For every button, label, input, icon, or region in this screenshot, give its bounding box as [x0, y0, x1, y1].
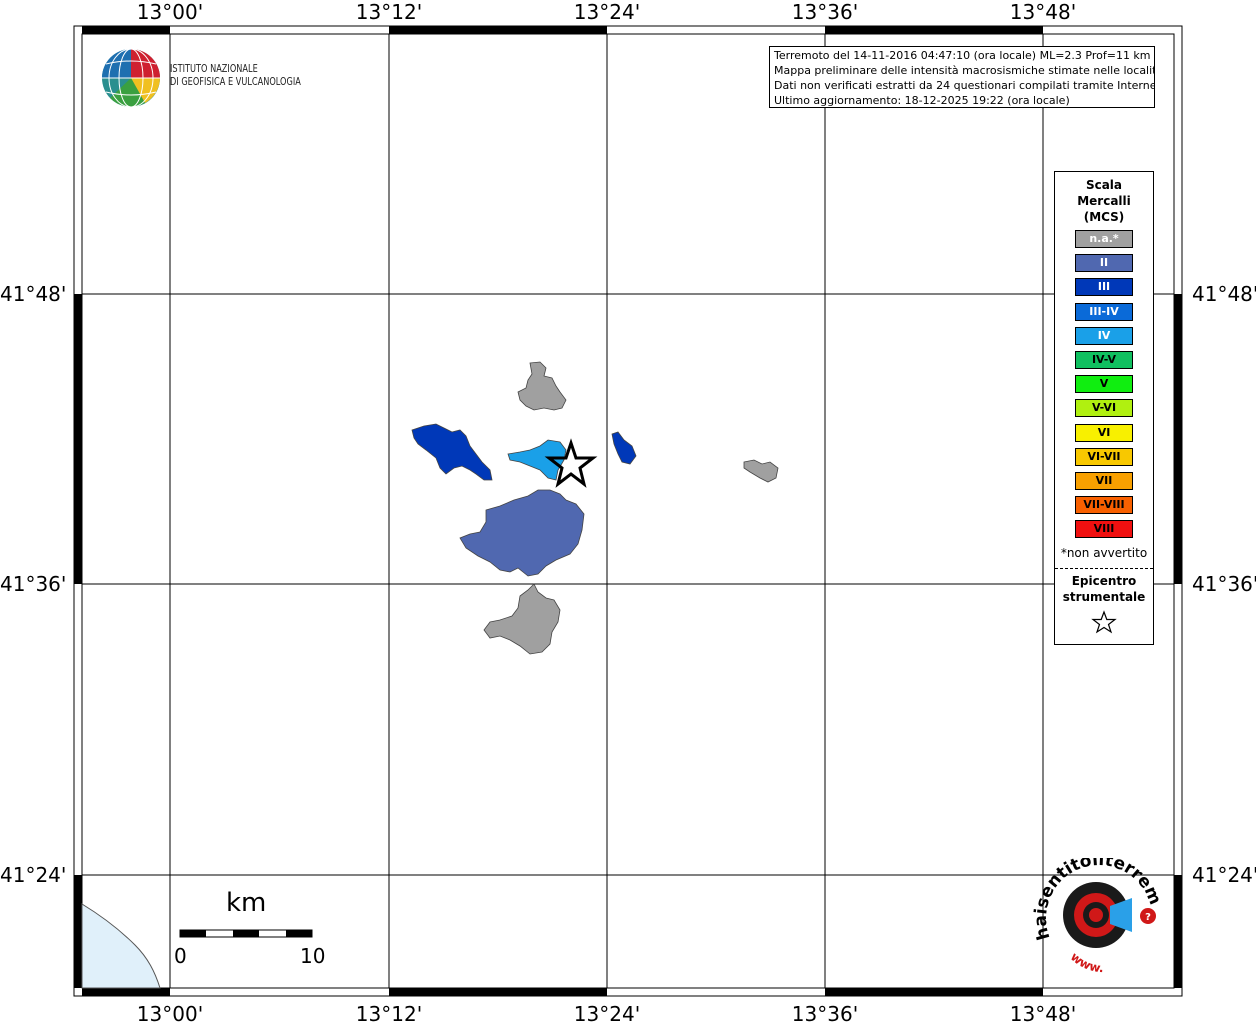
svg-text:haisentitoilterremoto.it: haisentitoilterremoto.it [1030, 858, 1165, 942]
ingv-logo-text: ISTITUTO NAZIONALE DI GEOFISICA E VULCAN… [170, 63, 301, 89]
lon-label-top: 13°48' [1009, 0, 1077, 24]
legend-swatch: III-IV [1075, 302, 1133, 321]
lon-label-top: 13°00' [136, 0, 204, 24]
legend-swatch: VI [1075, 423, 1133, 442]
legend-swatch: III [1075, 278, 1133, 297]
municipality-areas [411, 361, 779, 655]
map-inner-frame [81, 33, 1175, 989]
legend-swatch: VII-VIII [1075, 496, 1133, 515]
legend-swatch: V [1075, 375, 1133, 394]
area-gray-east [743, 459, 779, 483]
map-frame [73, 25, 1183, 997]
legend-swatch: n.a.* [1075, 230, 1133, 248]
legend-note: *non avvertito [1060, 546, 1148, 560]
info-line-data: Dati non verificati estratti da 24 quest… [774, 79, 1155, 92]
svg-text:www.: www. [1068, 950, 1104, 976]
lon-label-top: 13°36' [791, 0, 859, 24]
legend-swatch: IV [1075, 326, 1133, 345]
haisentito-name: haisentitoilterremoto.it [1030, 858, 1165, 942]
info-line-updated: Ultimo aggiornamento: 18-12-2025 19:22 (… [774, 94, 1070, 107]
lat-label-left: 41°24' [0, 863, 67, 887]
info-line-map: Mappa preliminare delle intensità macros… [774, 64, 1155, 77]
scale-bar-graphic [179, 929, 313, 938]
lon-label-bottom: 13°00' [136, 1002, 204, 1026]
area-III-west [411, 423, 493, 481]
intensity-legend: Scala Mercalli (MCS) n.a.* II III III-IV IV I… [1054, 171, 1154, 645]
lat-label-right: 41°36' [1192, 572, 1256, 596]
lon-label-bottom: 13°48' [1009, 1002, 1077, 1026]
scale-bar-start: 0 [174, 944, 187, 968]
ingv-logo-line1: ISTITUTO NAZIONALE [170, 63, 258, 75]
lon-label-top: 13°24' [573, 0, 641, 24]
graticule [82, 34, 1174, 988]
area-II [459, 489, 585, 577]
scale-bar-end: 10 [300, 944, 326, 968]
legend-title-line: Scala [1085, 178, 1123, 192]
haisentito-url: www. [1068, 950, 1104, 976]
legend-title: Scala Mercalli (MCS) [1055, 177, 1153, 225]
legend-swatch: VII [1075, 472, 1133, 490]
area-gray-south [483, 583, 561, 655]
info-line-event: Terremoto del 14-11-2016 04:47:10 (ora l… [774, 49, 1151, 62]
legend-epicenter-line: strumentale [1062, 590, 1146, 604]
lon-label-bottom: 13°12' [355, 1002, 423, 1026]
lat-label-right: 41°48' [1192, 282, 1256, 306]
legend-title-line: Mercalli [1077, 194, 1131, 208]
legend-epicenter-label: Epicentro strumentale [1055, 573, 1153, 605]
ingv-globe-logo [102, 48, 160, 108]
lat-label-left: 41°48' [0, 282, 67, 306]
legend-swatch: VI-VII [1075, 447, 1133, 466]
legend-title-line: (MCS) [1083, 210, 1125, 224]
lon-label-top: 13°12' [355, 0, 423, 24]
legend-swatch: IV-V [1075, 351, 1133, 369]
area-gray-north [517, 361, 567, 411]
legend-swatch: VIII [1075, 520, 1133, 539]
legend-swatch: II [1075, 254, 1133, 273]
legend-epicenter-line: Epicentro [1071, 574, 1137, 588]
lon-label-bottom: 13°24' [573, 1002, 641, 1026]
haisentito-text: haisentitoilterremoto.it www. [1030, 858, 1165, 976]
scale-bar-unit: km [226, 888, 267, 918]
lon-label-bottom: 13°36' [791, 1002, 859, 1026]
sea-area [81, 903, 161, 989]
area-IV [507, 439, 567, 481]
area-III-east [611, 431, 637, 465]
legend-star-icon [1091, 610, 1117, 634]
ingv-logo-line2: DI GEOFISICA E VULCANOLOGIA [170, 76, 301, 88]
legend-separator [1055, 568, 1153, 569]
lat-label-right: 41°24' [1192, 863, 1256, 887]
earthquake-info-box: Terremoto del 14-11-2016 04:47:10 (ora l… [769, 46, 1155, 108]
lat-label-left: 41°36' [0, 572, 67, 596]
legend-swatch: V-VI [1075, 399, 1133, 418]
